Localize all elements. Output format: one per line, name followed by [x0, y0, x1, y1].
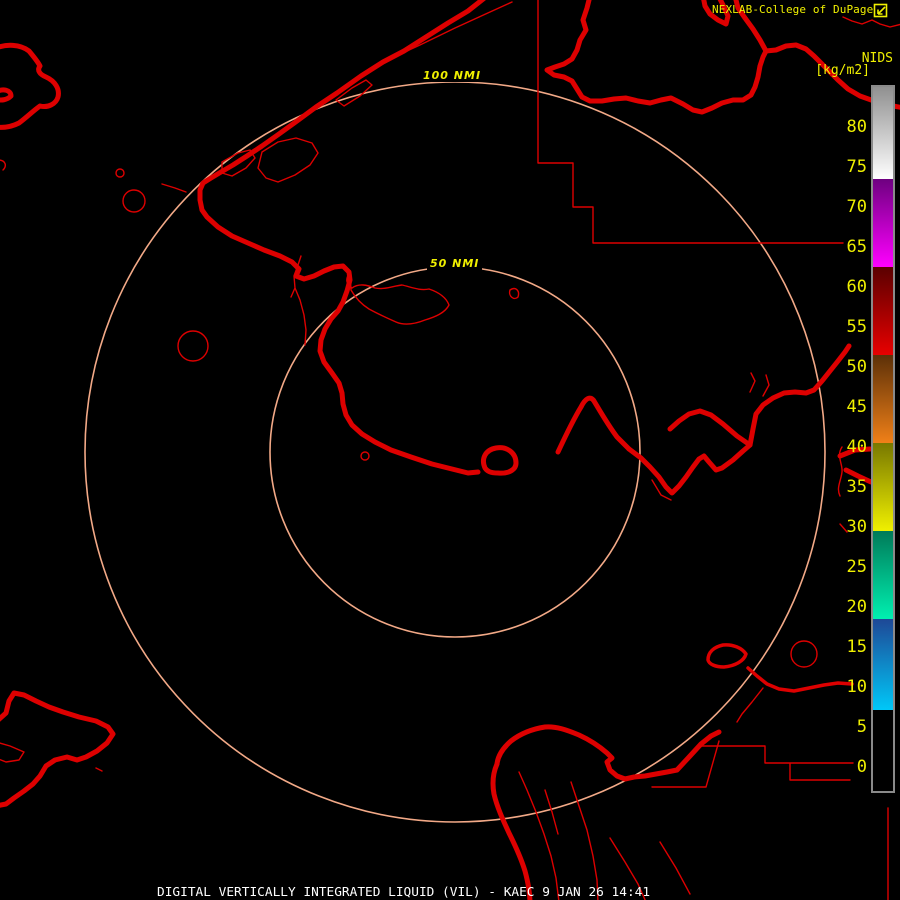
scale-tick: 40	[846, 437, 867, 457]
scale-tick: 0	[856, 757, 867, 777]
scale-tick: 70	[846, 197, 867, 217]
scale-tick: 35	[846, 477, 867, 497]
radar-map-canvas	[0, 0, 900, 900]
radar-display: NEXLAB-College of DuPage NIDS [kg/m2] 80…	[0, 0, 900, 900]
small-lake-2	[122, 189, 146, 213]
range-ring-100nmi	[84, 81, 826, 823]
scale-tick: 20	[846, 597, 867, 617]
range-rings	[84, 81, 826, 823]
river-spurs	[749, 372, 770, 397]
cod-weather-vane-icon	[873, 3, 889, 23]
scale-tick: 65	[846, 237, 867, 257]
color-scale-bar	[871, 85, 895, 793]
scale-tick: 50	[846, 357, 867, 377]
boundary-topright-corner	[842, 16, 900, 28]
scale-tick: 75	[846, 157, 867, 177]
product-title: DIGITAL VERTICALLY INTEGRATED LIQUID (VI…	[157, 885, 651, 900]
coast-zigzag	[555, 395, 632, 455]
barrier-islands	[221, 79, 373, 183]
small-island-southeast	[706, 643, 748, 669]
small-lake-1	[115, 168, 125, 178]
scale-tick: 25	[846, 557, 867, 577]
island-se-detail	[736, 687, 764, 723]
county-boundary-staircase-south	[699, 745, 854, 781]
bay-right-thin-lines	[609, 740, 720, 900]
small-lake-5	[360, 451, 370, 461]
upper-left-island	[0, 42, 61, 130]
range-ring-50nmi	[269, 266, 641, 638]
scale-tick: 45	[846, 397, 867, 417]
small-lake-3	[177, 330, 209, 362]
left-edge-squiggle	[0, 159, 6, 171]
range-ring-label-50nmi: 50 NMI	[427, 257, 483, 270]
scale-tick: 55	[846, 317, 867, 337]
range-ring-label-100nmi: 100 NMI	[420, 69, 485, 82]
pond-cluster	[480, 445, 519, 476]
header-title: NEXLAB-College of DuPage	[712, 3, 874, 16]
coast-whiskers	[161, 183, 187, 193]
scale-tick: 80	[846, 117, 867, 137]
coastlines	[0, 0, 900, 900]
lake-outline	[346, 271, 520, 325]
scale-tick: 30	[846, 517, 867, 537]
units-label: [kg/m2]	[815, 63, 870, 78]
river-west-fork	[667, 408, 753, 448]
scale-tick: 5	[856, 717, 867, 737]
scale-tick: 10	[846, 677, 867, 697]
scale-tick: 15	[846, 637, 867, 657]
small-lake-4	[790, 640, 818, 668]
scale-tick: 60	[846, 277, 867, 297]
bay-fjord-lines	[518, 771, 599, 900]
map-boundary-lines	[0, 0, 900, 900]
bay-dome	[494, 724, 722, 782]
